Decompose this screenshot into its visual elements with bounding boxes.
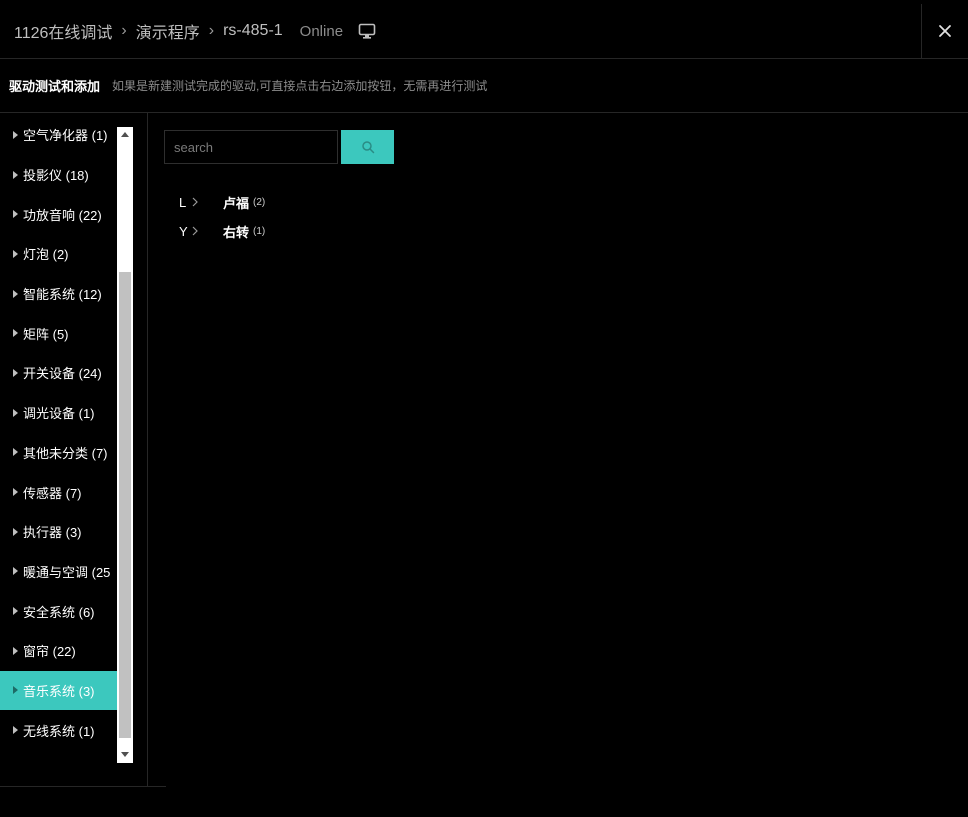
sidebar-category-item[interactable]: 调光设备 (1) bbox=[0, 393, 117, 433]
brand-name[interactable]: 右转 bbox=[223, 222, 249, 241]
caret-right-icon bbox=[13, 646, 18, 655]
brand-group-y[interactable]: Y 右转 (1) bbox=[179, 221, 265, 241]
sidebar-category-item[interactable]: 功放音响 (22) bbox=[0, 194, 117, 234]
category-label: 安全系统 (6) bbox=[23, 604, 95, 620]
caret-right-icon bbox=[13, 249, 18, 258]
brand-group-l[interactable]: L 卢福 (2) bbox=[179, 192, 265, 212]
sidebar-category-item[interactable]: 执行器 (3) bbox=[0, 512, 117, 552]
divider bbox=[0, 786, 166, 787]
category-label: 窗帘 (22) bbox=[23, 644, 76, 660]
sidebar-scrollbar[interactable] bbox=[117, 127, 133, 763]
caret-right-icon bbox=[13, 130, 18, 139]
scroll-up-arrow-icon[interactable] bbox=[121, 132, 129, 137]
section-description: 如果是新建测试完成的驱动,可直接点击右边添加按钮，无需再进行测试 bbox=[112, 79, 488, 93]
sidebar-category-item[interactable]: 投影仪 (18) bbox=[0, 155, 117, 195]
breadcrumb-item-port: rs-485-1 bbox=[223, 22, 283, 39]
chevron-right-icon: › bbox=[208, 22, 215, 39]
chevron-right-icon bbox=[192, 226, 198, 236]
scroll-down-arrow-icon[interactable] bbox=[121, 752, 129, 757]
category-label: 投影仪 (18) bbox=[23, 168, 89, 184]
category-label: 灯泡 (2) bbox=[23, 247, 69, 263]
brand-name[interactable]: 卢福 bbox=[223, 193, 249, 212]
brand-letter: Y bbox=[179, 223, 188, 239]
sidebar-category-item[interactable]: 传感器 (7) bbox=[0, 472, 117, 512]
caret-right-icon bbox=[13, 686, 18, 695]
sidebar-category-item[interactable]: 矩阵 (5) bbox=[0, 313, 117, 353]
caret-right-icon bbox=[13, 170, 18, 179]
sidebar-category-item[interactable]: 暖通与空调 (25 bbox=[0, 552, 117, 592]
category-label: 开关设备 (24) bbox=[23, 366, 102, 382]
brand-count: (1) bbox=[253, 225, 266, 237]
category-label: 调光设备 (1) bbox=[23, 406, 95, 422]
section-header: 驱动测试和添加 如果是新建测试完成的驱动,可直接点击右边添加按钮，无需再进行测试 bbox=[0, 59, 968, 113]
category-label: 暖通与空调 (25 bbox=[23, 564, 111, 580]
caret-right-icon bbox=[13, 726, 18, 735]
category-label: 传感器 (7) bbox=[23, 485, 82, 501]
section-title: 驱动测试和添加 bbox=[9, 79, 101, 94]
breadcrumb-item-device[interactable]: 1126在线调试 bbox=[14, 19, 112, 43]
sidebar-category-item[interactable]: 音乐系统 (3) bbox=[0, 670, 117, 711]
category-list: 空气净化器 (1) 投影仪 (18) 功放音响 (22) 灯泡 (2) 智能系统 (12… bbox=[0, 115, 117, 750]
close-icon bbox=[939, 25, 951, 37]
sidebar-category-item[interactable]: 其他未分类 (7) bbox=[0, 433, 117, 473]
close-button[interactable] bbox=[921, 4, 968, 58]
category-label: 无线系统 (1) bbox=[23, 723, 95, 739]
brand-letter: L bbox=[179, 194, 187, 210]
status-badge: Online bbox=[299, 22, 344, 40]
category-label: 音乐系统 (3) bbox=[23, 683, 95, 699]
caret-right-icon bbox=[13, 368, 18, 377]
sidebar-category-item[interactable]: 安全系统 (6) bbox=[0, 591, 117, 631]
monitor-icon[interactable] bbox=[358, 22, 376, 40]
breadcrumb: 1126在线调试 › 演示程序 › rs-485-1 bbox=[14, 19, 283, 43]
category-label: 其他未分类 (7) bbox=[23, 445, 108, 461]
caret-right-icon bbox=[13, 210, 18, 219]
search-icon bbox=[361, 141, 374, 154]
search-input[interactable] bbox=[164, 130, 338, 164]
sidebar-category-item[interactable]: 开关设备 (24) bbox=[0, 353, 117, 393]
category-label: 智能系统 (12) bbox=[23, 287, 102, 303]
caret-right-icon bbox=[13, 527, 18, 536]
caret-right-icon bbox=[13, 607, 18, 616]
search-button[interactable] bbox=[341, 130, 394, 164]
category-sidebar: 空气净化器 (1) 投影仪 (18) 功放音响 (22) 灯泡 (2) 智能系统 (12… bbox=[0, 113, 148, 786]
brand-count: (2) bbox=[253, 196, 266, 208]
chevron-right-icon bbox=[192, 197, 198, 207]
sidebar-category-item[interactable]: 无线系统 (1) bbox=[0, 710, 117, 750]
category-label: 功放音响 (22) bbox=[23, 207, 102, 223]
caret-right-icon bbox=[13, 408, 18, 417]
category-label: 空气净化器 (1) bbox=[23, 128, 108, 144]
sidebar-category-item[interactable]: 智能系统 (12) bbox=[0, 274, 117, 314]
chevron-right-icon: › bbox=[121, 22, 127, 39]
caret-right-icon bbox=[13, 289, 18, 298]
caret-right-icon bbox=[13, 567, 18, 576]
sidebar-category-item[interactable]: 窗帘 (22) bbox=[0, 631, 117, 671]
breadcrumb-item-program[interactable]: 演示程序 bbox=[136, 19, 200, 43]
category-label: 执行器 (3) bbox=[23, 525, 82, 541]
category-label: 矩阵 (5) bbox=[23, 326, 69, 342]
sidebar-category-item[interactable]: 空气净化器 (1) bbox=[0, 115, 117, 155]
top-bar: 1126在线调试 › 演示程序 › rs-485-1 Online bbox=[0, 4, 968, 59]
sidebar-category-item[interactable]: 灯泡 (2) bbox=[0, 234, 117, 274]
caret-right-icon bbox=[13, 329, 18, 338]
caret-right-icon bbox=[13, 448, 18, 457]
caret-right-icon bbox=[13, 488, 18, 497]
scrollbar-thumb[interactable] bbox=[119, 272, 131, 738]
